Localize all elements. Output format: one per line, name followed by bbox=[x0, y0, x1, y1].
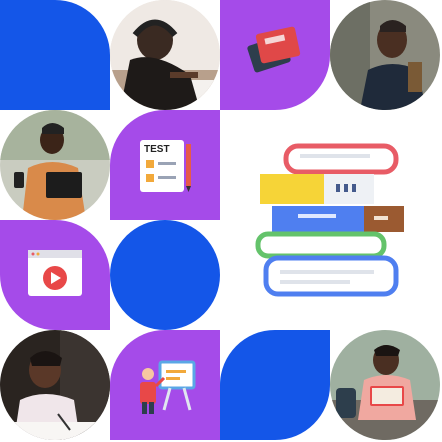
blue-leaf-shape-bottom bbox=[220, 330, 330, 440]
teacher-board-icon bbox=[140, 360, 196, 414]
photo-woman-phone bbox=[0, 110, 110, 220]
books-icon-tile bbox=[220, 0, 330, 110]
photo-man-reading bbox=[330, 330, 440, 440]
books-icon bbox=[247, 26, 301, 73]
teacher-icon-tile bbox=[110, 330, 220, 440]
tile-grid: TEST bbox=[0, 0, 442, 442]
book-stack-illustration bbox=[240, 130, 420, 310]
book-stack-icon bbox=[255, 143, 404, 297]
video-icon-tile bbox=[0, 220, 110, 330]
photo-girl-writing bbox=[0, 330, 110, 440]
photo-student-headphones bbox=[110, 0, 220, 110]
test-checklist-icon: TEST bbox=[140, 140, 191, 192]
test-icon-tile: TEST bbox=[110, 110, 220, 220]
photo-man-backpack bbox=[330, 0, 440, 110]
video-play-icon bbox=[28, 250, 82, 296]
test-label: TEST bbox=[144, 144, 170, 155]
blue-leaf-shape bbox=[0, 0, 110, 110]
blue-circle-shape bbox=[110, 220, 220, 330]
